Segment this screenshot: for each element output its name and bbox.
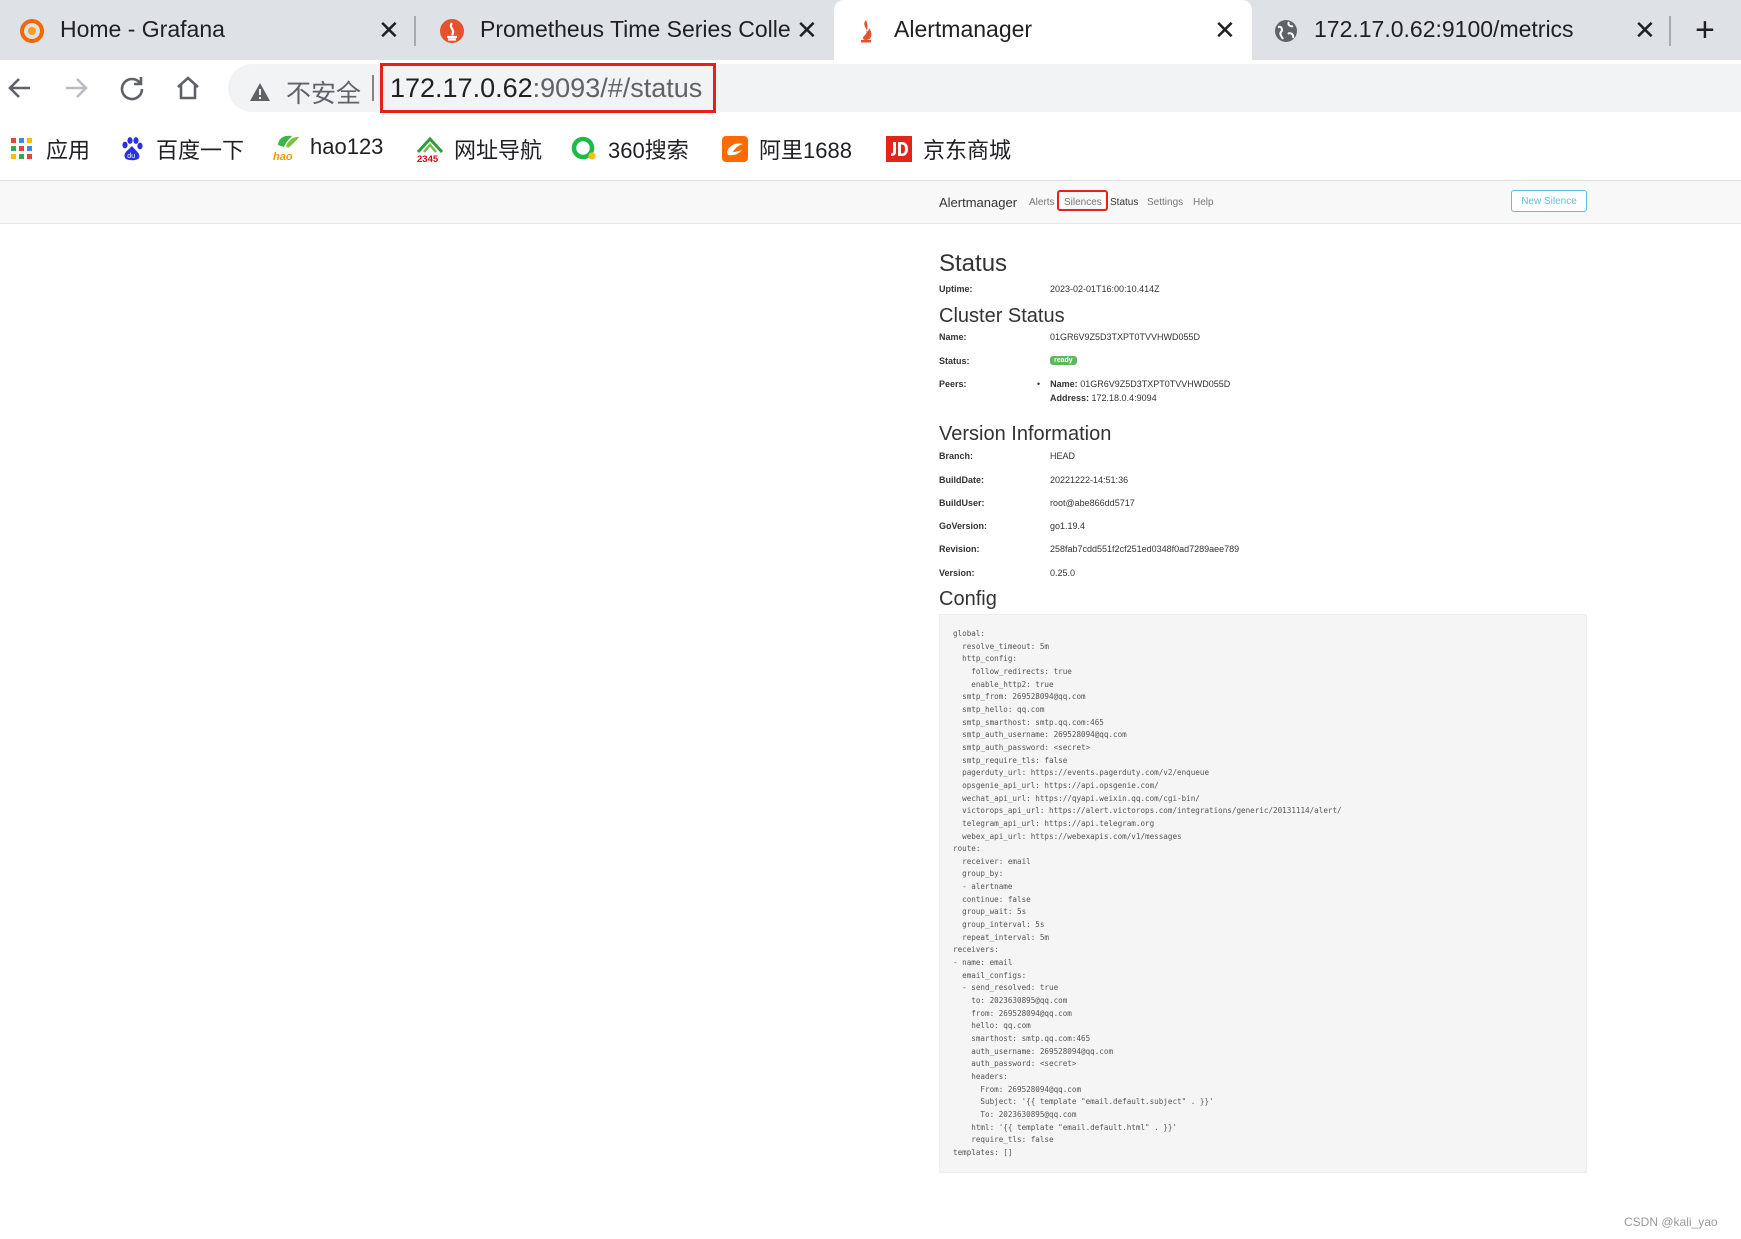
close-tab-icon[interactable]: ✕ <box>1214 15 1236 45</box>
config-text: global: resolve_timeout: 5m http_config:… <box>953 629 1342 1157</box>
revision-value: 258fab7cdd551f2cf251ed0348f0ad7289aee789 <box>1050 544 1240 554</box>
version-info-heading: Version Information <box>939 423 1112 445</box>
hao123-icon: hao <box>272 133 300 161</box>
peer-address-value: 172.18.0.4:9094 <box>1091 393 1157 403</box>
version-label: Version: <box>939 568 975 578</box>
bookmark-apps[interactable]: 应用 <box>8 133 90 165</box>
bookmark-hao123[interactable]: hao hao123 <box>272 133 383 161</box>
config-heading: Config <box>939 588 997 610</box>
peer-address-label: Address: <box>1050 393 1090 403</box>
bookmark-label: 360搜索 <box>608 138 689 163</box>
2345-icon: 2345 <box>416 135 444 163</box>
watermark: CSDN @kali_yao <box>1624 1215 1718 1229</box>
arrow-right-icon <box>66 78 88 98</box>
security-indicator[interactable]: 不安全 <box>248 74 361 110</box>
security-label: 不安全 <box>286 80 362 108</box>
silences-highlight-box <box>1057 190 1108 211</box>
branch-label: Branch: <box>939 451 974 461</box>
reload-button[interactable] <box>114 70 150 106</box>
home-icon <box>177 76 199 100</box>
tab-alertmanager[interactable]: Alertmanager ✕ <box>834 0 1252 60</box>
peers-label: Peers: <box>939 379 967 389</box>
tab-title: Prometheus Time Series Collec <box>480 16 790 42</box>
nav-settings[interactable]: Settings <box>1147 197 1183 208</box>
status-badge: ready <box>1050 356 1077 365</box>
globe-icon <box>1272 17 1300 45</box>
goversion-value: go1.19.4 <box>1050 521 1086 531</box>
uptime-label: Uptime: <box>939 284 973 294</box>
bookmark-baidu[interactable]: du 百度一下 <box>118 133 244 165</box>
cluster-status-label: Status: <box>939 356 970 366</box>
prometheus-icon <box>438 17 466 45</box>
builduser-label: BuildUser: <box>939 498 985 508</box>
cluster-name-label: Name: <box>939 332 967 342</box>
prometheus-icon <box>852 17 880 45</box>
tab-strip: Home - Grafana ✕ Prometheus Time Series … <box>0 0 1741 60</box>
new-silence-button[interactable]: New Silence <box>1511 190 1587 212</box>
tab-grafana[interactable]: Home - Grafana ✕ <box>0 0 414 60</box>
peer-name-value: 01GR6V9Z5D3TXPT0TVVHWD055D <box>1080 379 1231 389</box>
svg-text:2345: 2345 <box>417 154 439 163</box>
jd-icon <box>885 135 913 163</box>
config-block: global: resolve_timeout: 5m http_config:… <box>939 614 1587 1173</box>
alertmanager-navbar: Alertmanager Alerts Silences Status Sett… <box>0 181 1741 224</box>
bookmarks-bar: 应用 du 百度一下 hao hao123 2345 网址导航 360搜索 阿里… <box>0 116 1741 181</box>
bookmark-2345[interactable]: 2345 网址导航 <box>416 133 542 165</box>
bookmark-label: 应用 <box>46 138 91 163</box>
bookmark-label: 阿里1688 <box>759 138 852 163</box>
new-tab-button[interactable]: + <box>1695 13 1715 47</box>
tab-title: Home - Grafana <box>60 16 225 42</box>
omnibox-separator <box>372 75 374 101</box>
grafana-icon <box>18 17 46 45</box>
reload-icon <box>120 77 144 101</box>
back-button[interactable] <box>2 70 38 106</box>
builddate-label: BuildDate: <box>939 475 984 485</box>
peer-address: Address: 172.18.0.4:9094 <box>1050 393 1157 403</box>
close-tab-icon[interactable]: ✕ <box>796 15 818 45</box>
uptime-value: 2023-02-01T16:00:10.414Z <box>1050 284 1160 294</box>
cluster-name-value: 01GR6V9Z5D3TXPT0TVVHWD055D <box>1050 332 1201 342</box>
nav-alerts[interactable]: Alerts <box>1029 197 1055 208</box>
baidu-paw-icon: du <box>118 135 146 163</box>
forward-button[interactable] <box>58 70 94 106</box>
tab-separator <box>1669 16 1671 46</box>
bookmark-360[interactable]: 360搜索 <box>570 133 689 165</box>
bookmark-jd[interactable]: 京东商城 <box>885 133 1011 165</box>
arrow-left-icon <box>8 78 30 98</box>
goversion-label: GoVersion: <box>939 521 988 531</box>
url-highlight-box <box>380 63 716 113</box>
nav-status[interactable]: Status <box>1110 197 1138 208</box>
browser-toolbar: 不安全 <box>0 60 1741 116</box>
builddate-value: 20221222-14:51:36 <box>1050 475 1129 485</box>
page-title: Status <box>939 250 1008 277</box>
svg-text:hao: hao <box>273 151 293 161</box>
bookmark-1688[interactable]: 阿里1688 <box>721 133 852 165</box>
navbar-brand[interactable]: Alertmanager <box>939 195 1017 210</box>
bookmark-label: 京东商城 <box>923 138 1012 163</box>
close-tab-icon[interactable]: ✕ <box>378 15 400 45</box>
version-value: 0.25.0 <box>1050 568 1076 578</box>
tab-prometheus[interactable]: Prometheus Time Series Collec ✕ <box>420 0 832 60</box>
svg-text:du: du <box>127 153 135 160</box>
builduser-value: root@abe866dd5717 <box>1050 498 1135 508</box>
home-button[interactable] <box>170 70 206 106</box>
close-tab-icon[interactable]: ✕ <box>1634 15 1656 45</box>
peer-name-label: Name: <box>1050 379 1078 389</box>
apps-grid-icon <box>8 135 36 163</box>
nav-help[interactable]: Help <box>1193 197 1214 208</box>
bookmark-label: 百度一下 <box>156 138 245 163</box>
tab-title: Alertmanager <box>894 16 1033 42</box>
revision-label: Revision: <box>939 544 980 554</box>
bookmark-label: 网址导航 <box>454 138 543 163</box>
bookmark-label: hao123 <box>310 134 384 159</box>
alibaba-1688-icon <box>721 135 749 163</box>
warning-icon <box>250 83 270 101</box>
tab-title: 172.17.0.62:9100/metrics <box>1314 16 1574 42</box>
tab-separator <box>414 16 416 46</box>
tab-metrics[interactable]: 172.17.0.62:9100/metrics ✕ <box>1254 0 1672 60</box>
360-search-icon <box>570 135 598 163</box>
peer-name: • Name: 01GR6V9Z5D3TXPT0TVVHWD055D <box>1037 379 1231 389</box>
branch-value: HEAD <box>1050 451 1076 461</box>
cluster-status-heading: Cluster Status <box>939 305 1065 327</box>
